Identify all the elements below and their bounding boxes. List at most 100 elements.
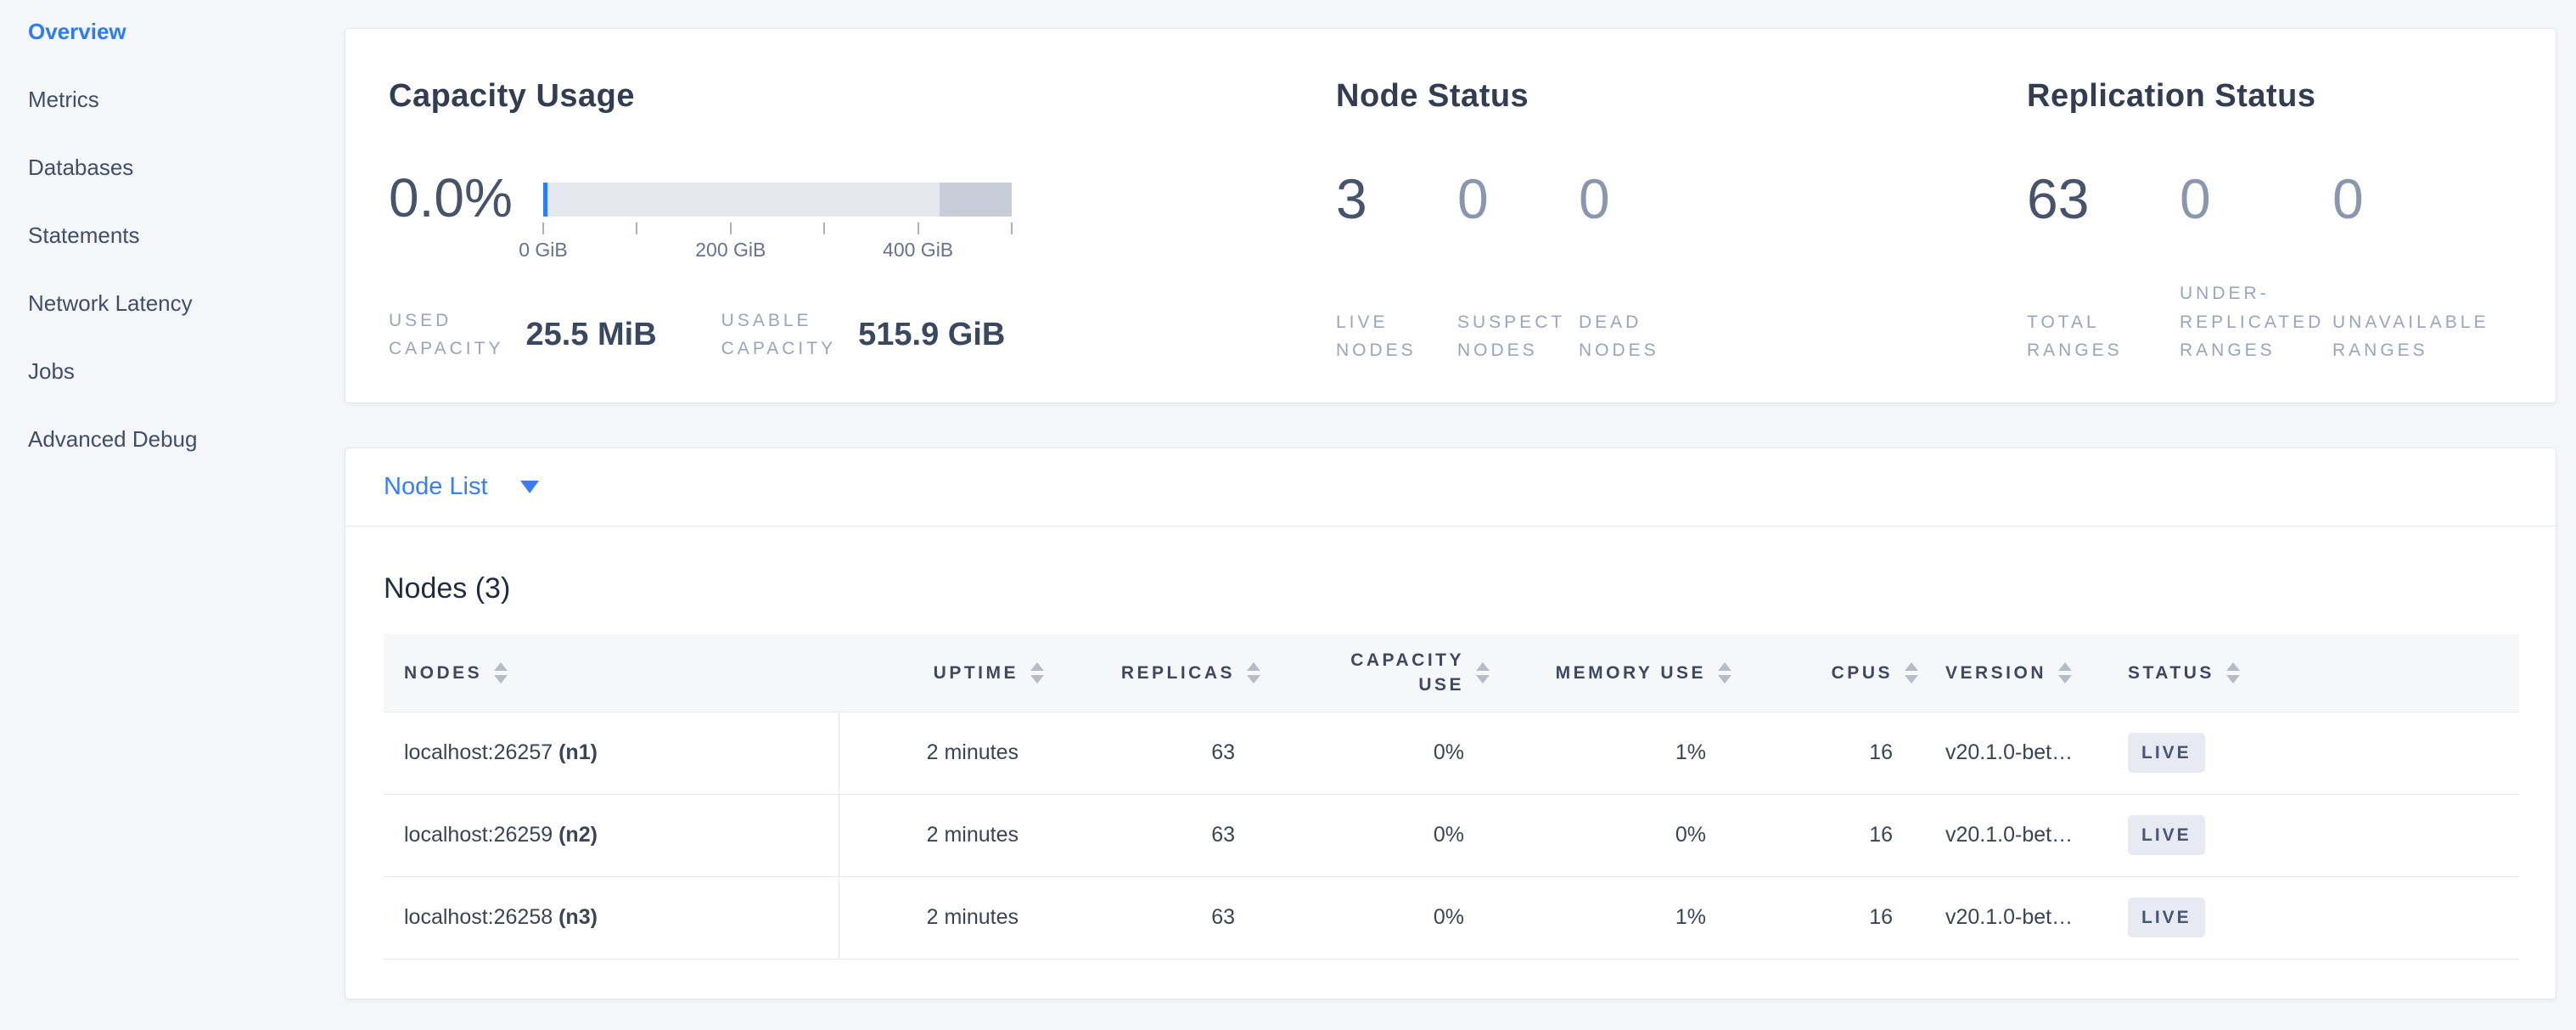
sidebar-item-metrics[interactable]: Metrics xyxy=(28,87,334,112)
stat-column: 0UNDER-REPLICATEDRANGES xyxy=(2180,171,2332,364)
nodes-table-wrap: NODES UPTIME REPLICAS CAPACITYUSE MEMORY USE… xyxy=(384,634,2517,960)
sidebar-item-network-latency[interactable]: Network Latency xyxy=(28,290,334,316)
nodes-section-title: Nodes (3) xyxy=(384,572,2556,605)
stat-column: 0 DEADNODES xyxy=(1579,171,1700,364)
stat-value: 515.9 GiB xyxy=(858,317,1005,353)
sidebar-item-advanced-debug[interactable]: Advanced Debug xyxy=(28,426,334,452)
cell-memory_use: 1% xyxy=(1495,712,1737,794)
node-address-link[interactable]: localhost:26258 xyxy=(404,905,558,929)
column-header-cpus[interactable]: CPUS xyxy=(1737,634,1923,712)
sort-icon xyxy=(494,662,508,684)
sidebar-item-overview[interactable]: Overview xyxy=(28,19,334,44)
node-list-dropdown-label: Node List xyxy=(384,473,488,501)
sort-down-arrow xyxy=(2226,675,2240,684)
stat-value: 0 xyxy=(1579,171,1700,227)
main-content: Capacity Usage 0.0% 0 GiB200 GiB400 GiB … xyxy=(345,28,2556,999)
stat-label-box: LIVENODES xyxy=(1336,279,1457,364)
cell-status: LIVE xyxy=(2106,712,2519,794)
column-header-replicas[interactable]: REPLICAS xyxy=(1049,634,1266,712)
capacity-axis-labels: 0 GiB200 GiB400 GiB xyxy=(543,239,1012,264)
axis-tick xyxy=(1011,222,1013,234)
table-row[interactable]: localhost:26259 (n2)2 minutes630%0%16v20… xyxy=(384,794,2519,876)
cell-cpus: 16 xyxy=(1737,794,1923,876)
overview-page: Overview Metrics Databases Statements Networ… xyxy=(0,0,2576,1030)
stat-value: 0 xyxy=(1457,171,1579,227)
node-status-section: Node Status 3LIVENODES0SUSPECTNODES0DEAD… xyxy=(1336,78,2027,402)
node-address-link[interactable]: localhost:26259 xyxy=(404,823,558,847)
capacity-usage-title: Capacity Usage xyxy=(389,78,1336,115)
sort-up-arrow xyxy=(1718,662,1731,671)
node-list-dropdown[interactable]: Node List xyxy=(384,473,539,501)
axis-tick-label: 200 GiB xyxy=(695,239,766,262)
sidebar: Overview Metrics Databases Statements Networ… xyxy=(28,19,334,494)
sort-down-arrow xyxy=(1718,675,1731,684)
sort-down-arrow xyxy=(494,675,508,684)
column-header-node[interactable]: NODES xyxy=(384,634,839,712)
stat-label: TOTALRANGES xyxy=(2027,308,2123,364)
table-row[interactable]: localhost:26258 (n3)2 minutes630%1%16v20… xyxy=(384,876,2519,959)
cell-status: LIVE xyxy=(2106,876,2519,959)
column-header-capacity_use[interactable]: CAPACITYUSE xyxy=(1266,634,1495,712)
cell-capacity_use: 0% xyxy=(1266,712,1495,794)
table-row[interactable]: localhost:26257 (n1)2 minutes630%1%16v20… xyxy=(384,712,2519,794)
column-header-version[interactable]: VERSION xyxy=(1923,634,2106,712)
cell-uptime: 2 minutes xyxy=(839,794,1049,876)
column-header-cell: NODES xyxy=(384,661,839,685)
stat-label-box: UNAVAILABLERANGES xyxy=(2332,279,2485,364)
node-address-link[interactable]: localhost:26257 xyxy=(404,740,558,764)
axis-tick xyxy=(542,222,544,234)
stat-value: 0 xyxy=(2180,171,2332,227)
status-badge: LIVE xyxy=(2128,898,2205,937)
stat-column: 0 SUSPECTNODES xyxy=(1457,171,1579,364)
axis-tick xyxy=(918,222,919,234)
column-header-label: REPLICAS xyxy=(1121,661,1235,685)
stat-value: 3 xyxy=(1336,171,1457,227)
replication-status-title: Replication Status xyxy=(2027,78,2556,115)
sidebar-item-databases[interactable]: Databases xyxy=(28,155,334,180)
sort-icon xyxy=(2226,662,2240,684)
sidebar-item-jobs[interactable]: Jobs xyxy=(28,358,334,384)
stat-column: 0UNAVAILABLERANGES xyxy=(2332,171,2485,364)
cell-replicas: 63 xyxy=(1049,712,1266,794)
axis-tick xyxy=(636,222,637,234)
column-header-uptime[interactable]: UPTIME xyxy=(839,634,1049,712)
node-list-dropdown-row: Node List xyxy=(345,448,2556,526)
node-status-stats: 3LIVENODES0SUSPECTNODES0DEADNODES xyxy=(1336,171,2027,364)
cell-replicas: 63 xyxy=(1049,794,1266,876)
column-header-label: STATUS xyxy=(2128,661,2214,685)
sort-down-arrow xyxy=(2058,675,2072,684)
column-header-status[interactable]: STATUS xyxy=(2106,634,2519,712)
sort-down-arrow xyxy=(1247,675,1260,684)
bar-used-segment xyxy=(543,183,547,217)
sort-up-arrow xyxy=(1476,662,1490,671)
node-id: (n3) xyxy=(558,905,598,929)
column-header-cell: UPTIME xyxy=(839,661,1049,685)
stat-value: 63 xyxy=(2027,171,2180,227)
stat-label-box: SUSPECTNODES xyxy=(1457,279,1579,364)
stat-label-box: TOTALRANGES xyxy=(2027,279,2180,364)
stat-column: 3 LIVENODES xyxy=(1336,171,1457,364)
replication-status-section: Replication Status 63 TOTALRANGES 0UNDER-R… xyxy=(2027,78,2556,402)
node-list-card: Node List Nodes (3) NODES UPTIME REPLICAS C… xyxy=(345,447,2556,999)
sort-up-arrow xyxy=(2058,662,2072,671)
sidebar-item-statements[interactable]: Statements xyxy=(28,222,334,248)
cell-version: v20.1.0-bet… xyxy=(1923,876,2106,959)
sort-icon xyxy=(1905,662,1918,684)
cell-memory_use: 0% xyxy=(1495,794,1737,876)
column-header-label: NODES xyxy=(404,661,482,685)
stat-label: USABLECAPACITY xyxy=(721,307,836,363)
cell-replicas: 63 xyxy=(1049,876,1266,959)
sort-icon xyxy=(2058,662,2072,684)
cell-status: LIVE xyxy=(2106,794,2519,876)
stat-label: DEADNODES xyxy=(1579,308,1659,364)
stat-value: 25.5 MiB xyxy=(525,317,656,353)
capacity-bar xyxy=(543,183,1012,217)
status-badge: LIVE xyxy=(2128,733,2205,773)
column-header-label: MEMORY USE xyxy=(1556,661,1706,685)
stat-label: LIVENODES xyxy=(1336,308,1417,364)
capacity-axis-ticks xyxy=(543,222,1012,234)
sort-icon xyxy=(1030,662,1044,684)
column-header-memory_use[interactable]: MEMORY USE xyxy=(1495,634,1737,712)
sort-down-arrow xyxy=(1030,675,1044,684)
cluster-summary-card: Capacity Usage 0.0% 0 GiB200 GiB400 GiB … xyxy=(345,28,2556,403)
